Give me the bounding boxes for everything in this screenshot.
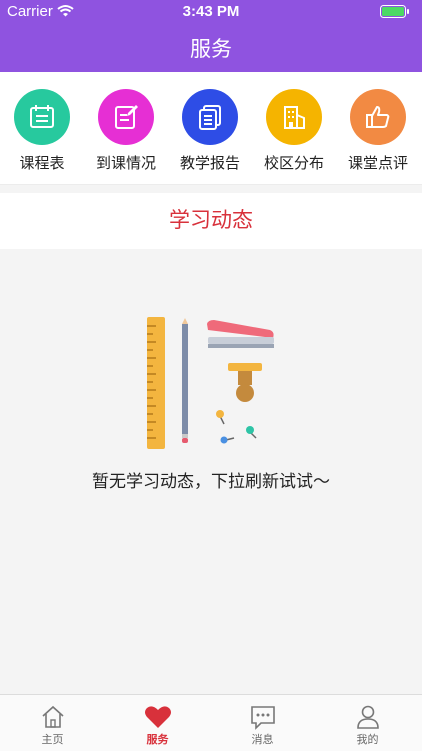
page-title: 服务 xyxy=(190,38,232,61)
shortcut-label: 校区分布 xyxy=(263,155,324,172)
tab-messages[interactable]: 消息 xyxy=(210,695,315,751)
shortcut-label: 到课情况 xyxy=(95,155,156,172)
shortcut-label: 课程表 xyxy=(19,155,65,172)
shortcut-icon-bg xyxy=(98,89,154,145)
header: Carrier 3:43 PM 服务 xyxy=(0,0,422,72)
tab-bar: 主页 服务 消息 我的 xyxy=(0,694,422,751)
person-icon xyxy=(356,705,379,729)
stationery-illustration xyxy=(142,314,278,459)
tab-label: 消息 xyxy=(251,734,274,746)
status-bar: Carrier 3:43 PM xyxy=(0,0,422,24)
shortcut-icon-bg xyxy=(350,89,406,145)
message-icon xyxy=(250,706,275,730)
empty-state: 暂无学习动态，下拉刷新试试～ xyxy=(0,249,422,694)
tab-label: 主页 xyxy=(41,734,64,746)
shortcut-icon-bg xyxy=(182,89,238,145)
shortcut-icon-bg xyxy=(14,89,70,145)
thumbs-up-icon xyxy=(366,106,390,128)
shortcut-label: 教学报告 xyxy=(179,155,240,172)
building-icon xyxy=(284,106,305,129)
tab-service[interactable]: 服务 xyxy=(105,695,210,751)
tab-label: 服务 xyxy=(146,734,169,746)
tab-profile[interactable]: 我的 xyxy=(315,695,420,751)
learning-updates-header: 学习动态 xyxy=(0,193,422,249)
tab-home[interactable]: 主页 xyxy=(0,695,105,751)
shortcut-schedule[interactable]: 课程表 xyxy=(0,89,84,173)
shortcut-label: 课堂点评 xyxy=(347,155,408,172)
status-time: 3:43 PM xyxy=(182,3,240,20)
empty-message: 暂无学习动态，下拉刷新试试～ xyxy=(92,472,330,491)
heart-icon xyxy=(144,706,171,728)
battery-icon xyxy=(380,5,412,23)
tab-label: 我的 xyxy=(356,734,379,746)
document-icon xyxy=(199,105,221,130)
shortcut-class-review[interactable]: 课堂点评 xyxy=(336,89,420,173)
calendar-icon xyxy=(30,105,54,128)
shortcut-icon-bg xyxy=(266,89,322,145)
edit-note-icon xyxy=(115,105,138,129)
service-shortcuts: 课程表 到课情况 教学报告 校区分布 课堂点评 xyxy=(0,72,422,185)
shortcut-teaching-report[interactable]: 教学报告 xyxy=(168,89,252,173)
section-title: 学习动态 xyxy=(169,209,253,232)
shortcut-campus-map[interactable]: 校区分布 xyxy=(252,89,336,173)
shortcut-attendance[interactable]: 到课情况 xyxy=(84,89,168,173)
home-icon xyxy=(41,705,64,728)
